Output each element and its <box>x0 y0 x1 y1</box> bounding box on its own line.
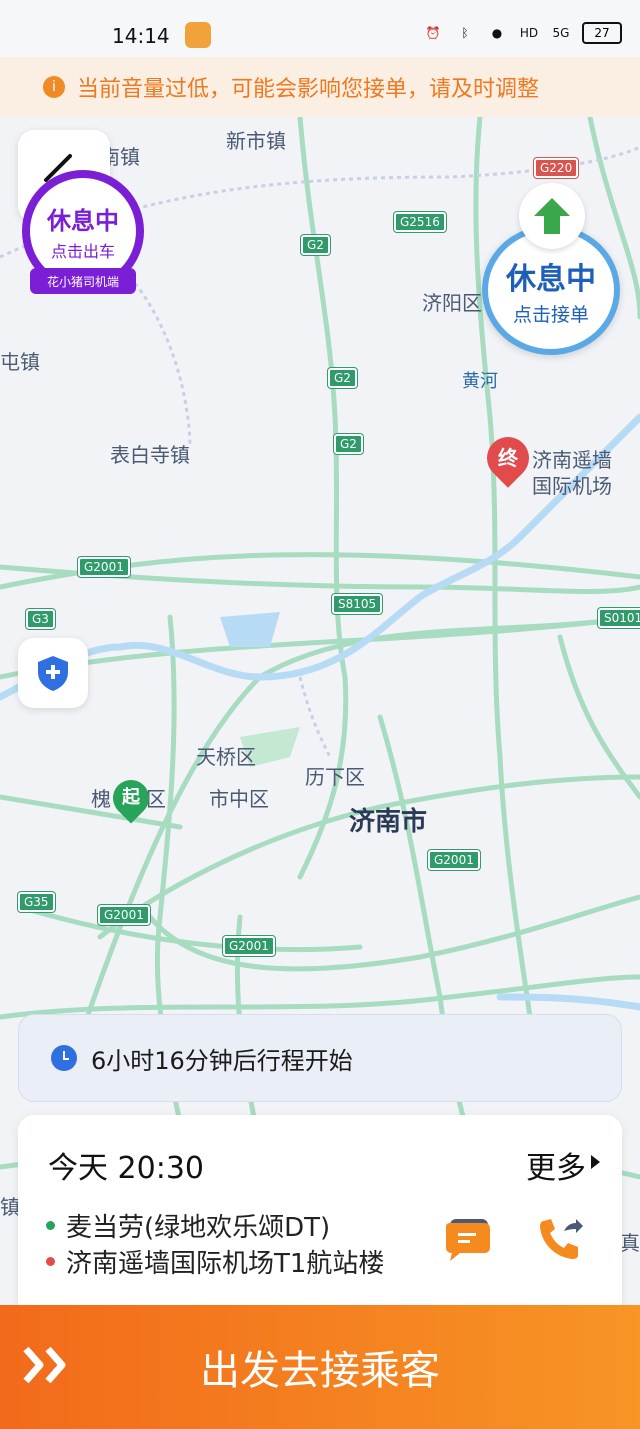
map-label-jiyang: 济阳区 <box>422 291 482 315</box>
highway-g2-a: G2 <box>301 235 330 255</box>
phone-icon[interactable] <box>536 1215 584 1263</box>
map-label-airport-1: 济南遥墙 <box>532 448 612 472</box>
alarm-icon: ⏰ <box>425 26 441 40</box>
destination-marker-label: 终 <box>498 446 518 470</box>
rest-right-subtitle: 点击接单 <box>512 303 589 326</box>
highway-g2-b: G2 <box>328 368 357 388</box>
depart-pickup-button[interactable]: 出发去接乘客 <box>0 1305 640 1429</box>
origin-marker-label: 起 <box>122 787 140 808</box>
bluetooth-icon: ᛒ <box>461 26 469 40</box>
chevron-right-icon <box>591 1155 600 1169</box>
map-label-lixia: 历下区 <box>305 765 365 789</box>
highway-g2001-b: G2001 <box>428 850 480 870</box>
rest-left-subtitle: 点击出车 <box>50 241 115 261</box>
dropoff-dot-icon <box>46 1257 55 1266</box>
map-label-shizhong: 市中区 <box>209 787 269 811</box>
origin-marker[interactable]: 起 <box>105 772 157 824</box>
highway-s0101: S0101 <box>598 608 640 628</box>
rest-right-title: 休息中 <box>506 261 596 297</box>
app-notification-icon <box>185 22 211 48</box>
clock-icon <box>51 1045 77 1071</box>
destination-marker[interactable]: 终 <box>478 428 538 488</box>
map-label-airport-2: 国际机场 <box>532 474 612 498</box>
order-card[interactable]: 今天 20:30 更多 麦当劳(绿地欢乐颂DT) 济南遥墙国际机场T1航站楼 <box>18 1115 622 1325</box>
battery-icon: 27 <box>582 22 622 44</box>
order-time: 今天 20:30 <box>48 1151 204 1186</box>
pickup-dot-icon <box>46 1221 55 1230</box>
message-icon[interactable] <box>444 1217 492 1261</box>
depart-pickup-label: 出发去接乘客 <box>200 1348 440 1394</box>
highway-g35: G35 <box>18 892 55 912</box>
map-label-tunzhen: 屯镇 <box>0 350 40 374</box>
countdown-text: 6小时16分钟后行程开始 <box>91 1046 353 1075</box>
volume-notice-banner[interactable]: i 当前音量过低，可能会影响您接单，请及时调整 <box>0 57 640 117</box>
highway-g2001-a: G2001 <box>78 557 130 577</box>
info-icon: i <box>43 76 65 98</box>
map-label-edge: 镇 <box>0 1195 20 1219</box>
navigation-badge-icon[interactable] <box>519 183 585 249</box>
more-button[interactable]: 更多 <box>526 1143 586 1187</box>
double-chevron-right-icon <box>23 1346 66 1384</box>
rest-left-title: 休息中 <box>47 206 119 235</box>
highway-g220: G220 <box>534 158 579 178</box>
highway-s8105: S8105 <box>332 594 383 614</box>
hd-icon: HD <box>519 26 539 40</box>
status-icons: ⏰ ᛒ ● HD 5G 27 <box>422 22 622 44</box>
highway-g2-c: G2 <box>334 434 363 454</box>
map-label-huai: 槐 <box>91 787 111 811</box>
up-arrow-icon <box>534 198 570 234</box>
map-label-jinan: 济南市 <box>349 807 428 837</box>
highway-g2001-d: G2001 <box>223 936 275 956</box>
shield-icon <box>38 656 68 691</box>
highway-g2516: G2516 <box>394 212 446 232</box>
status-time: 14:14 <box>112 24 170 48</box>
map-label-tianqiao: 天桥区 <box>196 745 256 769</box>
highway-g2001-c: G2001 <box>98 905 150 925</box>
map-label-biaobaisi: 表白寺镇 <box>110 443 190 467</box>
pickup-address: 麦当劳(绿地欢乐颂DT) <box>66 1213 331 1243</box>
highway-g3: G3 <box>26 609 55 629</box>
safety-shield-button[interactable] <box>18 638 88 708</box>
driver-app-tag: 花小猪司机端 <box>30 268 136 294</box>
signal-icon: 5G <box>552 26 570 40</box>
map-label-xinshi: 新市镇 <box>226 129 286 153</box>
trip-countdown-bar: 6小时16分钟后行程开始 <box>18 1014 622 1102</box>
dropoff-address: 济南遥墙国际机场T1航站楼 <box>66 1249 385 1279</box>
location-icon: ● <box>491 26 503 40</box>
map-label-edge-2: 真 <box>620 1231 640 1255</box>
map-label-huanghe: 黄河 <box>462 371 498 392</box>
notice-text: 当前音量过低，可能会影响您接单，请及时调整 <box>77 77 540 102</box>
